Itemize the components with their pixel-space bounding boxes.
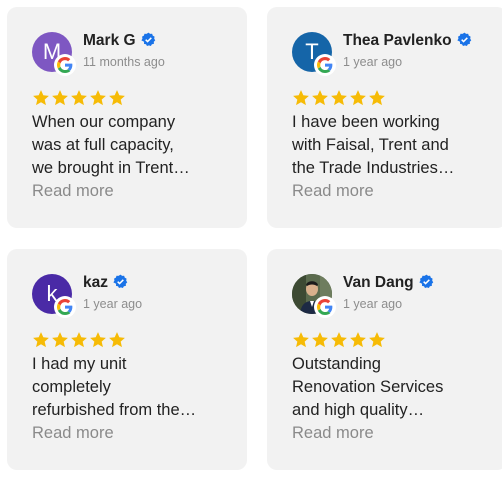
star-icon: [90, 332, 106, 348]
verified-badge-icon: [456, 32, 471, 46]
star-icon: [350, 332, 366, 348]
reviewer-name[interactable]: Thea Pavlenko: [343, 32, 472, 50]
read-more-link[interactable]: Read more: [292, 182, 374, 201]
star-icon: [52, 332, 68, 348]
review-time: 1 year ago: [343, 55, 403, 69]
review-card: M Mark G 11 months ago When our company …: [7, 7, 247, 228]
read-more-link[interactable]: Read more: [292, 424, 374, 443]
review-card: T Thea Pavlenko 1 year ago I have been w…: [267, 7, 502, 228]
star-icon: [293, 332, 309, 348]
star-icon: [369, 90, 385, 106]
star-icon: [350, 90, 366, 106]
google-icon: [314, 296, 336, 318]
star-icon: [293, 90, 309, 106]
star-icon: [331, 332, 347, 348]
reviewer-name[interactable]: Van Dang: [343, 274, 434, 292]
google-icon: [54, 296, 76, 318]
verified-badge-icon: [419, 274, 433, 288]
star-icon: [312, 332, 328, 348]
review-time: 11 months ago: [83, 55, 165, 69]
google-icon: [54, 54, 76, 76]
star-icon: [331, 90, 347, 106]
review-text: I have been working with Faisal, Trent a…: [292, 113, 455, 177]
star-rating: [292, 331, 387, 349]
review-text: Outstanding Renovation Services and high…: [292, 355, 444, 419]
star-icon: [109, 90, 125, 106]
review-text: I had my unit completely refurbished fro…: [32, 355, 197, 419]
star-icon: [90, 90, 106, 106]
star-icon: [71, 90, 87, 106]
star-rating: [32, 331, 127, 349]
star-icon: [33, 90, 49, 106]
read-more-link[interactable]: Read more: [32, 424, 114, 443]
review-time: 1 year ago: [343, 297, 403, 311]
star-icon: [109, 332, 125, 348]
google-icon: [314, 54, 336, 76]
read-more-link[interactable]: Read more: [32, 182, 114, 201]
star-rating: [32, 89, 127, 107]
review-card: Van Dang 1 year ago Outstanding Renovati…: [267, 249, 502, 470]
review-card: k kaz 1 year ago I had my unit completel…: [7, 249, 247, 470]
star-icon: [71, 332, 87, 348]
star-rating: [292, 89, 387, 107]
reviewer-name[interactable]: Mark G: [83, 32, 156, 50]
star-icon: [33, 332, 49, 348]
star-icon: [52, 90, 68, 106]
review-text: When our company was at full capacity, w…: [32, 113, 190, 177]
verified-badge-icon: [140, 32, 155, 46]
reviewer-name[interactable]: kaz: [83, 274, 128, 292]
star-icon: [312, 90, 328, 106]
review-time: 1 year ago: [83, 297, 143, 311]
star-icon: [369, 332, 385, 348]
verified-badge-icon: [113, 274, 128, 288]
